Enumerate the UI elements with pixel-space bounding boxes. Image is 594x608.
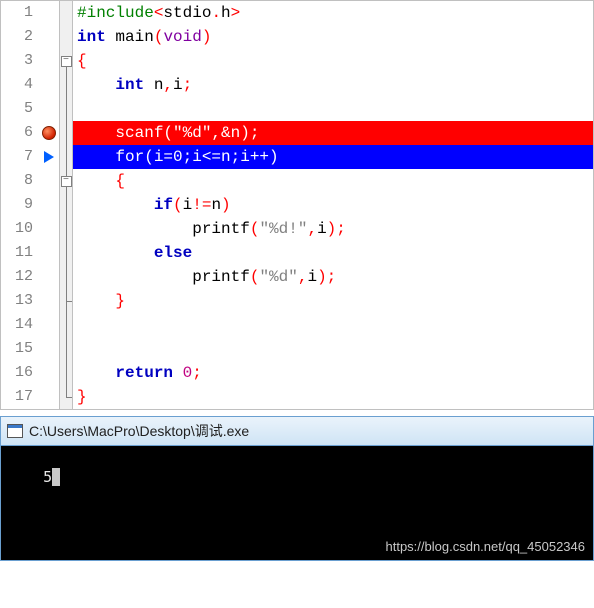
editor-line[interactable]: 1 #include<stdio.h> xyxy=(1,1,593,25)
code-content[interactable]: printf("%d",i); xyxy=(73,265,593,289)
line-number: 12 xyxy=(1,265,39,289)
code-content[interactable]: } xyxy=(73,289,593,313)
fold-gutter[interactable]: − xyxy=(59,169,73,193)
line-number: 5 xyxy=(1,97,39,121)
gutter-marker[interactable] xyxy=(39,121,59,145)
line-number: 6 xyxy=(1,121,39,145)
line-number: 11 xyxy=(1,241,39,265)
current-line-icon xyxy=(44,151,54,163)
gutter-marker[interactable] xyxy=(39,73,59,97)
fold-gutter[interactable] xyxy=(59,25,73,49)
gutter-marker[interactable] xyxy=(39,361,59,385)
fold-toggle-icon[interactable]: − xyxy=(61,176,72,187)
line-number: 1 xyxy=(1,1,39,25)
line-number: 13 xyxy=(1,289,39,313)
code-editor[interactable]: 1#include<stdio.h>2int main(void)3−{4 in… xyxy=(0,0,594,410)
gutter-marker[interactable] xyxy=(39,49,59,73)
code-content[interactable]: scanf("%d",&n); xyxy=(73,121,593,145)
code-content[interactable]: { xyxy=(73,49,593,73)
gutter-marker[interactable] xyxy=(39,1,59,25)
line-number: 14 xyxy=(1,313,39,337)
fold-gutter[interactable] xyxy=(59,289,73,313)
gutter-marker[interactable] xyxy=(39,337,59,361)
editor-line[interactable]: 11 else xyxy=(1,241,593,265)
editor-line[interactable]: 9 if(i!=n) xyxy=(1,193,593,217)
gutter-marker[interactable] xyxy=(39,265,59,289)
fold-gutter[interactable] xyxy=(59,313,73,337)
fold-gutter[interactable] xyxy=(59,361,73,385)
editor-line[interactable]: 3 −{ xyxy=(1,49,593,73)
gutter-marker[interactable] xyxy=(39,97,59,121)
code-content[interactable]: printf("%d!",i); xyxy=(73,217,593,241)
editor-line[interactable]: 16 return 0; xyxy=(1,361,593,385)
console-title-text: C:\Users\MacPro\Desktop\调试.exe xyxy=(29,421,249,441)
line-number: 17 xyxy=(1,385,39,409)
editor-line[interactable]: 7 for(i=0;i<=n;i++) xyxy=(1,145,593,169)
code-content[interactable]: else xyxy=(73,241,593,265)
line-number: 2 xyxy=(1,25,39,49)
fold-gutter[interactable]: − xyxy=(59,49,73,73)
editor-line[interactable]: 17} xyxy=(1,385,593,409)
watermark-text: https://blog.csdn.net/qq_45052346 xyxy=(386,539,586,554)
editor-line[interactable]: 12 printf("%d",i); xyxy=(1,265,593,289)
fold-gutter[interactable] xyxy=(59,337,73,361)
gutter-marker[interactable] xyxy=(39,217,59,241)
gutter-marker[interactable] xyxy=(39,169,59,193)
line-number: 16 xyxy=(1,361,39,385)
editor-line[interactable]: 10 printf("%d!",i); xyxy=(1,217,593,241)
gutter-marker[interactable] xyxy=(39,313,59,337)
fold-gutter[interactable] xyxy=(59,385,73,409)
gutter-marker[interactable] xyxy=(39,289,59,313)
line-number: 3 xyxy=(1,49,39,73)
fold-gutter[interactable] xyxy=(59,121,73,145)
line-number: 15 xyxy=(1,337,39,361)
fold-gutter[interactable] xyxy=(59,217,73,241)
code-content[interactable] xyxy=(73,313,593,337)
console-output[interactable]: 5 https://blog.csdn.net/qq_45052346 xyxy=(0,446,594,561)
code-content[interactable]: int main(void) xyxy=(73,25,593,49)
console-text: 5 xyxy=(43,468,52,486)
code-content[interactable] xyxy=(73,337,593,361)
editor-line[interactable]: 8 − { xyxy=(1,169,593,193)
editor-line[interactable]: 5 xyxy=(1,97,593,121)
code-content[interactable]: for(i=0;i<=n;i++) xyxy=(73,145,593,169)
fold-gutter[interactable] xyxy=(59,73,73,97)
editor-line[interactable]: 14 xyxy=(1,313,593,337)
gutter-marker[interactable] xyxy=(39,145,59,169)
editor-line[interactable]: 13 } xyxy=(1,289,593,313)
editor-line[interactable]: 15 xyxy=(1,337,593,361)
gutter-marker[interactable] xyxy=(39,385,59,409)
fold-gutter[interactable] xyxy=(59,265,73,289)
line-number: 10 xyxy=(1,217,39,241)
code-content[interactable]: int n,i; xyxy=(73,73,593,97)
console-cursor xyxy=(52,468,60,486)
editor-line[interactable]: 6 scanf("%d",&n); xyxy=(1,121,593,145)
fold-gutter[interactable] xyxy=(59,241,73,265)
line-number: 4 xyxy=(1,73,39,97)
line-number: 9 xyxy=(1,193,39,217)
code-content[interactable]: } xyxy=(73,385,593,409)
fold-gutter[interactable] xyxy=(59,193,73,217)
console-icon xyxy=(7,424,23,438)
fold-toggle-icon[interactable]: − xyxy=(61,56,72,67)
code-content[interactable]: return 0; xyxy=(73,361,593,385)
code-content[interactable]: if(i!=n) xyxy=(73,193,593,217)
fold-gutter[interactable] xyxy=(59,97,73,121)
gutter-marker[interactable] xyxy=(39,25,59,49)
fold-gutter[interactable] xyxy=(59,145,73,169)
breakpoint-icon[interactable] xyxy=(42,126,56,140)
line-number: 7 xyxy=(1,145,39,169)
line-number: 8 xyxy=(1,169,39,193)
gutter-marker[interactable] xyxy=(39,241,59,265)
editor-line[interactable]: 4 int n,i; xyxy=(1,73,593,97)
code-content[interactable]: { xyxy=(73,169,593,193)
code-content[interactable] xyxy=(73,97,593,121)
fold-gutter[interactable] xyxy=(59,1,73,25)
code-content[interactable]: #include<stdio.h> xyxy=(73,1,593,25)
editor-line[interactable]: 2 int main(void) xyxy=(1,25,593,49)
gutter-marker[interactable] xyxy=(39,193,59,217)
console-window: C:\Users\MacPro\Desktop\调试.exe 5 https:/… xyxy=(0,416,594,561)
console-titlebar[interactable]: C:\Users\MacPro\Desktop\调试.exe xyxy=(0,416,594,446)
